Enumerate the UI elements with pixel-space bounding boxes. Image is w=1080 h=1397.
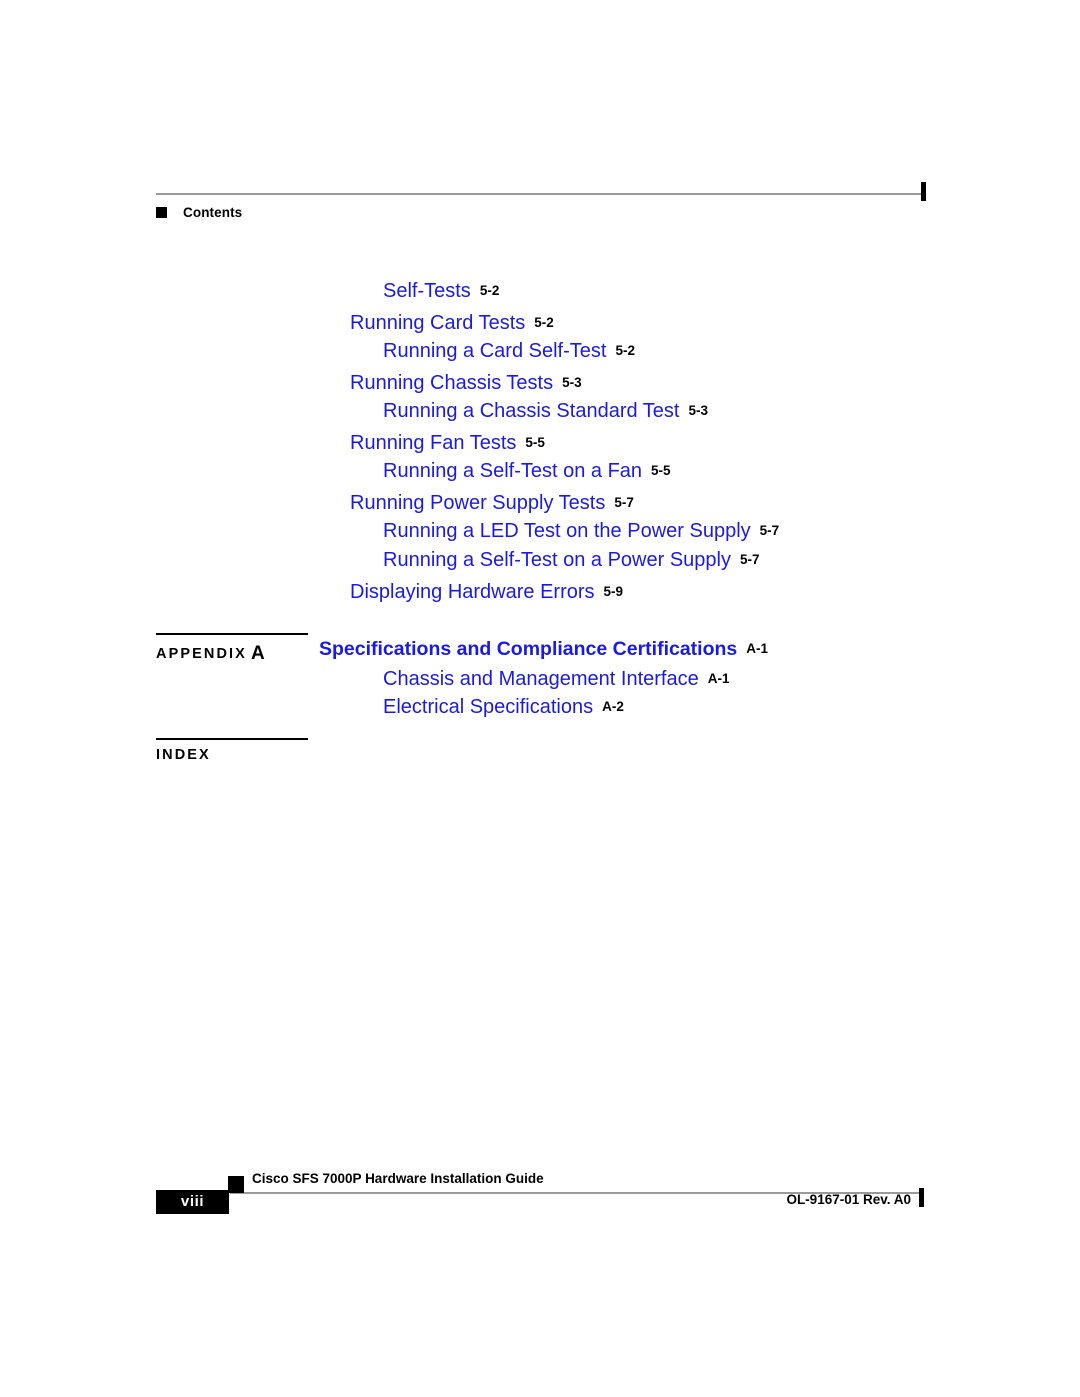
toc-entry-page: 5-3 <box>562 375 582 390</box>
guide-title: Cisco SFS 7000P Hardware Installation Gu… <box>252 1171 544 1186</box>
toc-entry[interactable]: Running a Card Self-Test 5-2 <box>383 341 635 361</box>
toc-entry[interactable]: Chassis and Management Interface A-1 <box>383 669 730 689</box>
toc-entry-page: 5-2 <box>615 343 635 358</box>
toc-entry-title[interactable]: Electrical Specifications <box>383 696 593 718</box>
toc-entry-page: 5-2 <box>534 315 554 330</box>
toc-entry-title[interactable]: Chassis and Management Interface <box>383 668 699 690</box>
toc-entry-title[interactable]: Displaying Hardware Errors <box>350 581 595 603</box>
toc-entry[interactable]: Displaying Hardware Errors 5-9 <box>350 582 623 602</box>
toc-entry-page: 5-9 <box>603 584 624 599</box>
toc-entry[interactable]: Self-Tests 5-2 <box>383 281 499 301</box>
index-label-word: INDEX <box>156 747 211 763</box>
toc-entry-page: 5-5 <box>651 463 671 478</box>
toc-entry[interactable]: Running a Chassis Standard Test 5-3 <box>383 401 708 421</box>
toc-entry-title[interactable]: Running Fan Tests <box>350 432 516 454</box>
toc-entry-page: 5-7 <box>739 552 760 567</box>
toc-entry-page: 5-7 <box>759 523 780 538</box>
toc-entry-page: 5-7 <box>614 495 634 510</box>
toc-entry[interactable]: Running Card Tests 5-2 <box>350 313 554 333</box>
appendix-rule <box>156 633 308 635</box>
toc-entry-title[interactable]: Running a Chassis Standard Test <box>383 400 679 422</box>
index-label: INDEX <box>156 747 211 763</box>
running-header: Contents <box>156 182 926 233</box>
toc-entry-title[interactable]: Running a Card Self-Test <box>383 340 606 362</box>
toc-entry[interactable]: Running Chassis Tests 5-3 <box>350 373 582 393</box>
toc-entry-appendix[interactable]: Specifications and Compliance Certificat… <box>319 638 769 660</box>
document-id: OL-9167-01 Rev. A0 <box>786 1192 911 1207</box>
toc-entry-title[interactable]: Running Card Tests <box>350 312 525 334</box>
toc-entry[interactable]: Running a Self-Test on a Fan 5-5 <box>383 461 671 481</box>
toc-entry-title[interactable]: Self-Tests <box>383 280 471 302</box>
footer-edge-tick <box>919 1188 924 1207</box>
toc-entry-page: A-1 <box>707 671 730 686</box>
toc-entry-title[interactable]: Specifications and Compliance Certificat… <box>319 638 737 660</box>
toc-entry[interactable]: Running Fan Tests 5-5 <box>350 433 545 453</box>
appendix-label-word: APPENDIX <box>156 646 247 662</box>
toc-entry-page: 5-3 <box>688 403 708 418</box>
toc-entry[interactable]: Running a Self-Test on a Power Supply 5-7 <box>383 550 760 570</box>
toc-entry-page: A-2 <box>602 699 624 714</box>
header-rule <box>156 193 924 195</box>
toc-entry[interactable]: Electrical Specifications A-2 <box>383 697 624 717</box>
square-marker-icon <box>156 207 167 218</box>
toc-entry-page: 5-5 <box>525 435 545 450</box>
toc-entry[interactable]: Running Power Supply Tests 5-7 <box>350 493 634 513</box>
header-label: Contents <box>183 205 243 220</box>
index-rule <box>156 738 308 740</box>
toc-entry-title[interactable]: Running a Self-Test on a Power Supply <box>383 549 731 571</box>
square-marker-icon <box>228 1176 244 1193</box>
toc-entry[interactable]: Running a LED Test on the Power Supply 5-… <box>383 521 779 541</box>
toc-entry-page: A-1 <box>746 641 769 656</box>
toc-entry-title[interactable]: Running Power Supply Tests <box>350 492 605 514</box>
toc-entry-title[interactable]: Running a LED Test on the Power Supply <box>383 520 751 542</box>
toc-entry-title[interactable]: Running Chassis Tests <box>350 372 553 394</box>
header-edge-tick <box>921 182 926 201</box>
toc-entry-page: 5-2 <box>479 283 500 298</box>
appendix-label: APPENDIX A <box>156 642 265 664</box>
appendix-label-letter: A <box>250 643 265 664</box>
toc-entry-title[interactable]: Running a Self-Test on a Fan <box>383 460 642 482</box>
document-page: Contents Self-Tests 5-2 Running Card Test… <box>0 0 1080 1397</box>
